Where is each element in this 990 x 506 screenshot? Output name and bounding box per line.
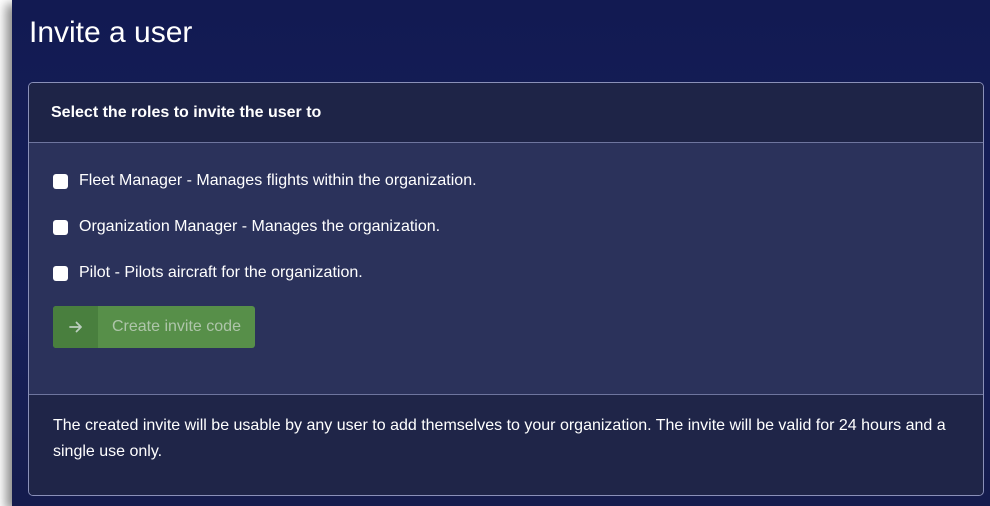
role-option-fleet-manager[interactable]: Fleet Manager - Manages flights within t…	[53, 170, 959, 192]
role-option-pilot[interactable]: Pilot - Pilots aircraft for the organiza…	[53, 262, 959, 284]
create-invite-code-label: Create invite code	[112, 318, 241, 335]
roles-card: Select the roles to invite the user to F…	[28, 82, 984, 496]
role-label[interactable]: Pilot - Pilots aircraft for the organiza…	[79, 264, 363, 282]
role-option-organization-manager[interactable]: Organization Manager - Manages the organ…	[53, 216, 959, 238]
invite-user-panel: Invite a user Select the roles to invite…	[12, 0, 990, 506]
invite-info-text: The created invite will be usable by any…	[53, 417, 946, 460]
organization-manager-checkbox[interactable]	[53, 219, 68, 235]
card-footer: The created invite will be usable by any…	[29, 395, 983, 495]
create-invite-code-button[interactable]: Create invite code	[53, 306, 255, 348]
card-header-title: Select the roles to invite the user to	[51, 103, 322, 121]
pilot-checkbox[interactable]	[53, 265, 68, 281]
page-title: Invite a user	[29, 16, 193, 49]
role-label[interactable]: Organization Manager - Manages the organ…	[79, 218, 440, 236]
arrow-right-icon	[53, 306, 98, 348]
fleet-manager-checkbox[interactable]	[53, 173, 68, 189]
role-label[interactable]: Fleet Manager - Manages flights within t…	[79, 172, 477, 190]
card-body: Fleet Manager - Manages flights within t…	[29, 143, 983, 395]
card-header: Select the roles to invite the user to	[29, 83, 983, 143]
